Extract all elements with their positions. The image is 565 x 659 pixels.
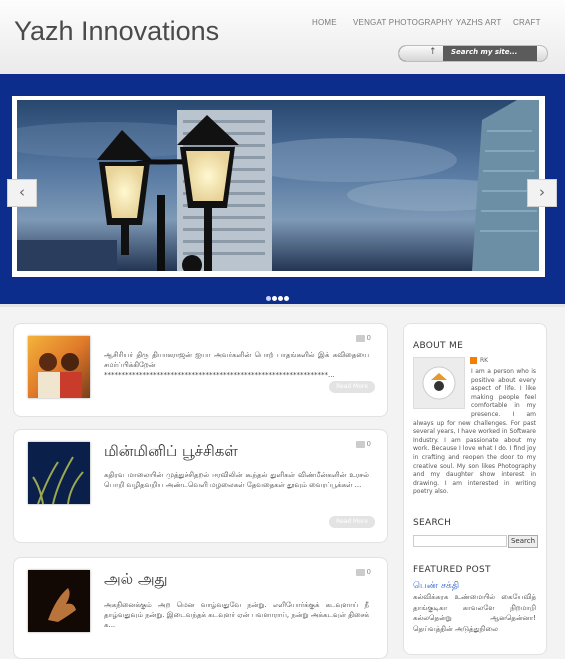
post-thumbnail[interactable] [28,442,90,505]
featured-slider [0,74,565,307]
post-title[interactable]: மின்மினிப் பூச்சிகள் [104,442,238,462]
blogger-profile-link[interactable]: RK [470,357,488,364]
search-input[interactable]: Search my site... [451,48,517,56]
grass-thumbnail [32,456,84,505]
header-search[interactable]: ↑ Search my site... [398,45,548,62]
slider-dot-1[interactable] [266,296,271,301]
slider-prev-button[interactable]: ‹ [7,179,37,207]
slider-dot-2[interactable] [272,296,277,301]
sidebar: ABOUT ME RK I am a person who is positiv… [403,323,547,655]
search-heading: SEARCH [413,518,452,528]
slider-frame [12,96,545,277]
search-cap [537,46,547,61]
nav-craft[interactable]: CRAFT [513,18,541,27]
featured-post-heading: FEATURED POST [413,565,491,575]
comment-icon [355,568,365,576]
site-title[interactable]: Yazh Innovations [14,16,219,47]
comment-count-value: 0 [366,568,371,576]
sidebar-search-button[interactable]: Search [508,535,538,548]
blogger-name: RK [480,357,489,364]
post-excerpt: அகநினைக்கும் அற மென வாழ்வதுவே நன்று. எளி… [104,601,369,629]
read-more-button[interactable]: Read More [329,516,375,528]
post-title[interactable]: அல் அது [104,570,168,590]
post-card: மின்மினிப் பூச்சிகள் 0 கதிரவ மாலையின் மு… [13,429,388,543]
post-thumbnail[interactable] [28,570,90,632]
nav-vengat-photography[interactable]: VENGAT PHOTOGRAPHY [353,18,453,27]
comment-icon [355,440,365,448]
portrait-thumbnail [38,353,82,398]
about-me-heading: ABOUT ME [413,341,464,351]
info-icon: ↑ [429,47,437,57]
comment-count[interactable]: 0 [355,568,371,576]
chevron-left-icon: ‹ [19,183,25,201]
post-thumbnail[interactable] [28,336,90,398]
comment-icon [355,334,365,342]
lamp-post-photo [17,100,539,271]
hands-thumbnail [48,588,76,622]
comment-count[interactable]: 0 [355,440,371,448]
nav-yazhs-art[interactable]: YAZHS ART [456,18,502,27]
blogger-icon [470,357,477,364]
slider-dot-4[interactable] [284,296,289,301]
slider-pagination [266,286,294,301]
sidebar-search-input[interactable] [413,535,507,547]
slider-photo-lamp-post[interactable] [17,100,539,271]
read-more-button[interactable]: Read More [329,381,375,393]
post-card: 0 ஆசிரியர் திரு தியாகராஜன் ஐயா அவர்களின்… [13,323,388,417]
slider-dot-3[interactable] [278,296,283,301]
comment-count[interactable]: 0 [355,334,371,342]
search-knob: ↑ [399,46,443,61]
comment-count-value: 0 [366,334,371,342]
featured-post-excerpt: கல்விக்கரக உண்மையில் கையேவித் தாங்குடிகா… [413,593,536,633]
nav-home[interactable]: HOME [312,18,337,27]
site-header: Yazh Innovations HOME VENGAT PHOTOGRAPHY… [0,0,565,74]
chevron-right-icon: › [539,183,545,201]
post-excerpt: கதிரவ மாலையின் முத்துச்சிதறல் ஈரவிலின் க… [104,471,369,489]
post-excerpt: ஆசிரியர் திரு தியாகராஜன் ஐயா அவர்களின் ப… [104,351,369,379]
slider-next-button[interactable]: › [527,179,557,207]
comment-count-value: 0 [366,440,371,448]
featured-post-title[interactable]: பெண் சக்தி [413,581,459,592]
about-me-text: I am a person who is positive about ever… [413,368,536,497]
